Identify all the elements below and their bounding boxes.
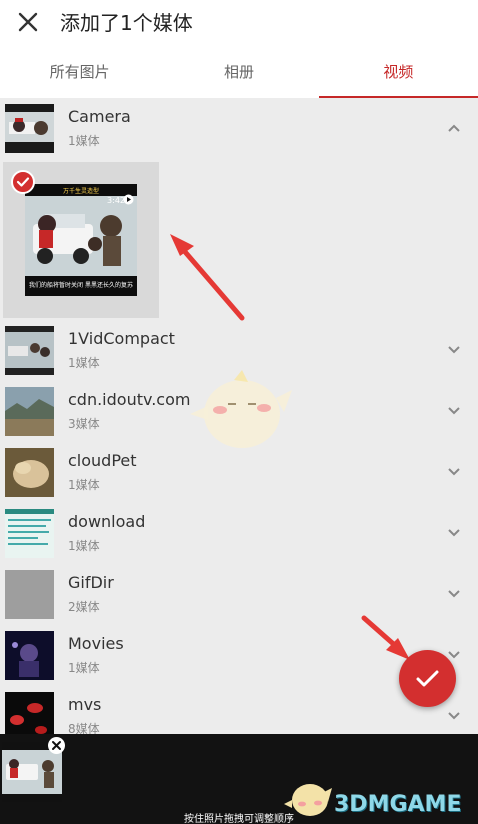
remove-selected-button[interactable] xyxy=(48,737,65,754)
album-row-gifdir[interactable]: GifDir 2媒体 xyxy=(0,564,478,624)
album-thumbnail xyxy=(5,631,54,680)
album-count: 1媒体 xyxy=(68,478,100,492)
album-count: 1媒体 xyxy=(68,356,100,370)
album-name: cdn.idoutv.com xyxy=(68,390,191,409)
chevron-down-icon[interactable] xyxy=(446,708,462,724)
check-icon xyxy=(16,177,30,187)
album-count: 1媒体 xyxy=(68,661,100,675)
album-name: 1VidCompact xyxy=(68,329,175,348)
mascot-sticker xyxy=(190,370,292,448)
album-row-download[interactable]: download 1媒体 xyxy=(0,503,478,563)
chevron-down-icon[interactable] xyxy=(446,586,462,602)
check-icon xyxy=(416,670,439,687)
album-row-camera[interactable]: Camera 1媒体 xyxy=(0,98,478,158)
album-name: download xyxy=(68,512,146,531)
close-icon xyxy=(52,741,61,750)
album-thumbnail xyxy=(5,448,54,497)
chevron-up-icon[interactable] xyxy=(446,120,462,136)
chevron-down-icon[interactable] xyxy=(446,342,462,358)
video-thumbnail: 万千生灵造型 3:42 我们的船将暂时关闭 黑黑还长久的复苏 xyxy=(25,184,137,296)
album-name: GifDir xyxy=(68,573,114,592)
chevron-down-icon[interactable] xyxy=(446,525,462,541)
video-caption-bottom: 我们的船将暂时关闭 黑黑还长久的复苏 xyxy=(29,282,133,289)
album-thumbnail xyxy=(5,692,54,734)
selected-check-badge[interactable] xyxy=(11,170,35,194)
chevron-down-icon[interactable] xyxy=(446,464,462,480)
page-title: 添加了1个媒体 xyxy=(60,11,193,35)
album-count: 1媒体 xyxy=(68,539,100,553)
album-thumbnail xyxy=(5,570,54,619)
tab-bar: 所有图片 相册 视频 xyxy=(0,46,478,98)
album-name: mvs xyxy=(68,695,102,714)
tab-videos[interactable]: 视频 xyxy=(318,46,478,98)
album-count: 8媒体 xyxy=(68,722,100,734)
tab-albums[interactable]: 相册 xyxy=(159,46,318,98)
play-icon xyxy=(123,194,134,205)
video-caption-top: 万千生灵造型 xyxy=(62,188,99,195)
chevron-down-icon[interactable] xyxy=(446,403,462,419)
selected-media-tray: 3DMGAME 按住照片拖拽可调整顺序 xyxy=(0,734,478,824)
tab-all-photos[interactable]: 所有图片 xyxy=(0,46,159,98)
album-thumbnail xyxy=(5,104,54,153)
close-icon xyxy=(18,12,38,32)
album-name: Movies xyxy=(68,634,124,653)
album-name: cloudPet xyxy=(68,451,137,470)
top-bar: 添加了1个媒体 xyxy=(0,0,478,46)
album-name: Camera xyxy=(68,107,131,126)
album-thumbnail xyxy=(5,509,54,558)
album-thumbnail xyxy=(5,326,54,375)
album-count: 3媒体 xyxy=(68,417,100,431)
album-count: 2媒体 xyxy=(68,600,100,614)
album-count: 1媒体 xyxy=(68,134,100,148)
reorder-hint: 按住照片拖拽可调整顺序 xyxy=(184,814,294,824)
album-thumbnail xyxy=(5,387,54,436)
close-button[interactable] xyxy=(14,8,42,36)
video-tile-selected[interactable]: 万千生灵造型 3:42 我们的船将暂时关闭 黑黑还长久的复苏 xyxy=(3,162,159,318)
confirm-button[interactable] xyxy=(399,650,456,707)
